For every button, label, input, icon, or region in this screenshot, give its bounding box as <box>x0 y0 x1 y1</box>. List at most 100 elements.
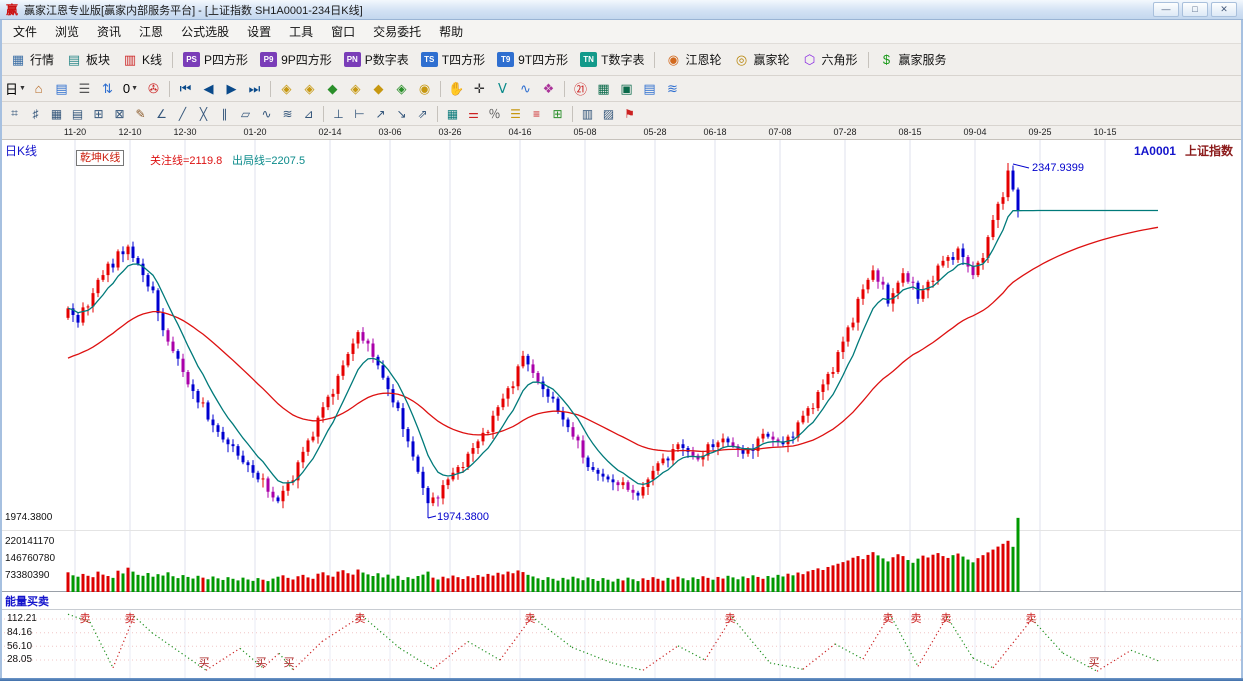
toolbar-button-gann-wheel[interactable]: ◉ 江恩轮 <box>659 49 727 70</box>
tool-home-view-button[interactable]: ⌂ <box>27 79 50 99</box>
tool-crosshair-button[interactable]: ✛ <box>468 79 491 99</box>
date-tick-03-26: 03-26 <box>438 127 461 137</box>
tool-cycle-wave-button[interactable]: ∿ <box>256 105 277 123</box>
tool-sort-toggle-button[interactable]: ⇅ <box>96 79 119 99</box>
tool-red-levels-button[interactable]: ≡ <box>526 105 547 123</box>
tool-dense-grid-button[interactable]: ▦ <box>46 105 67 123</box>
menu-item-7[interactable]: 工具 <box>280 20 322 43</box>
tool-pencil-line-button[interactable]: ✎ <box>130 105 151 123</box>
tool-parallel-lines-button[interactable]: ∥ <box>214 105 235 123</box>
tool-report-view-button[interactable]: ▤ <box>50 79 73 99</box>
toolbar-button-t-number-table[interactable]: TNT数字表 <box>574 49 650 70</box>
toolbar-button-kline[interactable]: ▥K线 <box>116 49 168 70</box>
tool-row-grid-button[interactable]: ▤ <box>67 105 88 123</box>
symbol-header: 1A0001上证指数 <box>1134 142 1233 159</box>
tool-gann-diamond-2-button[interactable]: ◈ <box>298 79 321 99</box>
tool-gann-circle-button[interactable]: ◉ <box>413 79 436 99</box>
tool-grid-tool-2-button[interactable]: ▣ <box>615 79 638 99</box>
tool-flag-tool-button[interactable]: ⚑ <box>619 105 640 123</box>
menu-item-3[interactable]: 资讯 <box>88 20 130 43</box>
qiankun-kline-badge[interactable]: 乾坤K线 <box>76 150 124 166</box>
tool-gann-diamond-3-button[interactable]: ◆ <box>321 79 344 99</box>
tool-pan-hand-button[interactable]: ✋ <box>445 79 468 99</box>
tool-fib-waves-button[interactable]: ≋ <box>661 79 684 99</box>
minimize-button[interactable]: — <box>1153 2 1179 17</box>
tool-last-bar-button[interactable]: ⏭ <box>243 79 266 99</box>
tool-flower-tool-button[interactable]: ❖ <box>537 79 560 99</box>
menu-item-6[interactable]: 设置 <box>238 20 280 43</box>
tool-gann-diamond-1-button[interactable]: ◈ <box>275 79 298 99</box>
sectors-label: 板块 <box>86 51 110 68</box>
tool-list-view-button[interactable]: ☰ <box>73 79 96 99</box>
tool-price-grid-button[interactable]: ⌗ <box>4 105 25 123</box>
tool-two-bars-button[interactable]: ⚌ <box>463 105 484 123</box>
tool-triple-wave-button[interactable]: ≋ <box>277 105 298 123</box>
tool-pattern-a-button[interactable]: ▥ <box>577 105 598 123</box>
tool-double-arrow-button[interactable]: ⇗ <box>412 105 433 123</box>
tool-gann-diamond-5-button[interactable]: ◆ <box>367 79 390 99</box>
tool-v-marker-button[interactable]: Ⅴ <box>491 79 514 99</box>
hexagon-icon: ⬡ <box>802 52 818 67</box>
indicator-name-label: 能量买卖 <box>5 593 49 609</box>
tool-prev-bar-button[interactable]: ◀ <box>197 79 220 99</box>
gann-wheel-icon: ◉ <box>665 52 681 67</box>
toolbar-button-9t-square[interactable]: T99T四方形 <box>491 49 574 70</box>
two-bars-icon: ⚌ <box>468 107 479 121</box>
close-button[interactable]: ✕ <box>1211 2 1237 17</box>
tool-green-grid-button[interactable]: ⊞ <box>547 105 568 123</box>
toolbar-button-quotes[interactable]: ▦行情 <box>4 49 60 70</box>
tool-grid-tool-3-button[interactable]: ▤ <box>638 79 661 99</box>
tool-percent-tool-button[interactable]: ％ <box>484 105 505 123</box>
arrow-up-right-icon: ↗ <box>375 107 385 121</box>
buy-signal-label: 买 <box>284 656 295 669</box>
toolbar-button-t-square[interactable]: TST四方形 <box>415 49 491 70</box>
tool-next-bar-button[interactable]: ▶ <box>220 79 243 99</box>
tool-grid-tool-1-button[interactable]: ▦ <box>592 79 615 99</box>
tool-parallelogram-button[interactable]: ▱ <box>235 105 256 123</box>
tool-arrow-down-right-button[interactable]: ↘ <box>391 105 412 123</box>
toolbar-button-p-number-table[interactable]: PNP数字表 <box>338 49 415 70</box>
toolbar-button-winner-service[interactable]: $赢家服务 <box>873 49 953 70</box>
tool-arrow-up-right-button[interactable]: ↗ <box>370 105 391 123</box>
maximize-button[interactable]: □ <box>1182 2 1208 17</box>
tool-levels-tool-button[interactable]: ☰ <box>505 105 526 123</box>
t-number-table-label: T数字表 <box>601 51 644 68</box>
menu-item-2[interactable]: 浏览 <box>46 20 88 43</box>
tool-triangle-tool-button[interactable]: ⊿ <box>298 105 319 123</box>
tool-first-bar-button[interactable]: ⏮ <box>174 79 197 99</box>
tool-perpendicular-button[interactable]: ⊥ <box>328 105 349 123</box>
tool-chip-grid-button[interactable]: ▦ <box>442 105 463 123</box>
tool-gann-diamond-6-button[interactable]: ◈ <box>390 79 413 99</box>
tool-sharp-grid-button[interactable]: ♯ <box>25 105 46 123</box>
kline-chart-canvas[interactable]: 卖卖卖卖卖卖卖卖卖买买买买 <box>0 140 1243 681</box>
menu-item-8[interactable]: 窗口 <box>322 20 364 43</box>
tool-wave-tool-button[interactable]: ∿ <box>514 79 537 99</box>
tool-trend-line-button[interactable]: ╱ <box>172 105 193 123</box>
menu-item-9[interactable]: 交易委托 <box>364 20 430 43</box>
toolbar-button-9p-square[interactable]: P99P四方形 <box>254 49 338 70</box>
report-view-icon: ▤ <box>55 81 67 97</box>
sell-signal-label: 卖 <box>125 612 136 625</box>
toolbar-button-winner-wheel[interactable]: ◎赢家轮 <box>727 49 795 70</box>
tool-zero-base-button[interactable]: 0▼ <box>119 79 142 99</box>
tool-period-day-button[interactable]: 日▼ <box>4 79 27 99</box>
tool-cross-lines-button[interactable]: ╳ <box>193 105 214 123</box>
tool-pattern-b-button[interactable]: ▨ <box>598 105 619 123</box>
tool-day21-cycle-button[interactable]: ㉑ <box>569 79 592 99</box>
toolbar-button-hexagon[interactable]: ⬡六角形 <box>796 49 864 70</box>
toolbar-button-sectors[interactable]: ▤板块 <box>60 49 116 70</box>
tool-refresh-button[interactable]: ✇ <box>142 79 165 99</box>
gann-wheel-label: 江恩轮 <box>685 51 721 68</box>
menu-item-1[interactable]: 文件 <box>4 20 46 43</box>
toolbar-separator <box>564 81 565 97</box>
tool-tack-tool-button[interactable]: ⊢ <box>349 105 370 123</box>
menu-item-10[interactable]: 帮助 <box>430 20 472 43</box>
toolbar-button-p-square[interactable]: PSP四方形 <box>177 49 254 70</box>
tool-angle-tool-button[interactable]: ∠ <box>151 105 172 123</box>
menu-item-5[interactable]: 公式选股 <box>172 20 238 43</box>
menu-item-4[interactable]: 江恩 <box>130 20 172 43</box>
pan-hand-icon: ✋ <box>448 81 464 97</box>
tool-square-plus-button[interactable]: ⊞ <box>88 105 109 123</box>
tool-square-x-button[interactable]: ⊠ <box>109 105 130 123</box>
tool-gann-diamond-4-button[interactable]: ◈ <box>344 79 367 99</box>
